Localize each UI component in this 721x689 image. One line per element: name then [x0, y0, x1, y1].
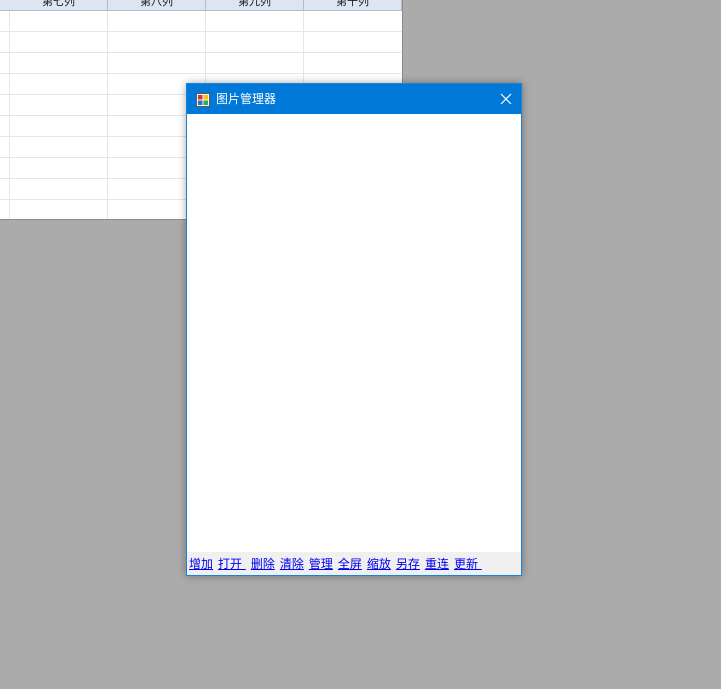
window-title: 图片管理器 — [216, 92, 277, 106]
clear-link[interactable]: 清除 — [280, 552, 304, 576]
add-link[interactable]: 增加 — [189, 552, 213, 576]
zoom-link[interactable]: 缩放 — [367, 552, 391, 576]
action-toolbar: 增加 打开 删除 清除 管理 全屏 缩放 另存 重连 更新 — [187, 552, 521, 575]
manage-link[interactable]: 管理 — [309, 552, 333, 576]
column-header-10[interactable]: 第十列 — [304, 0, 402, 10]
grid-column-divider — [107, 11, 108, 219]
reconnect-link[interactable]: 重连 — [425, 552, 449, 576]
column-header-7[interactable]: 第七列 — [10, 0, 108, 10]
table-row[interactable] — [0, 32, 402, 53]
grid-column-divider — [9, 11, 10, 219]
close-button[interactable] — [491, 84, 521, 114]
column-header-9[interactable]: 第九列 — [206, 0, 304, 10]
delete-link[interactable]: 删除 — [251, 552, 275, 576]
table-row[interactable] — [0, 53, 402, 74]
table-row[interactable] — [0, 11, 402, 32]
fullscreen-link[interactable]: 全屏 — [338, 552, 362, 576]
close-icon — [500, 93, 512, 105]
save-as-link[interactable]: 另存 — [396, 552, 420, 576]
app-gallery-icon — [196, 92, 210, 107]
image-display-area[interactable] — [187, 114, 521, 552]
title-bar[interactable]: 图片管理器 — [187, 84, 521, 114]
grid-header: 第七列 第八列 第九列 第十列 — [0, 0, 402, 11]
open-link[interactable]: 打开 — [218, 552, 246, 576]
image-manager-dialog: 图片管理器 增加 打开 删除 清除 管理 全屏 缩放 另存 重连 更新 — [186, 83, 522, 576]
update-link[interactable]: 更新 — [454, 552, 482, 576]
column-header-8[interactable]: 第八列 — [108, 0, 206, 10]
